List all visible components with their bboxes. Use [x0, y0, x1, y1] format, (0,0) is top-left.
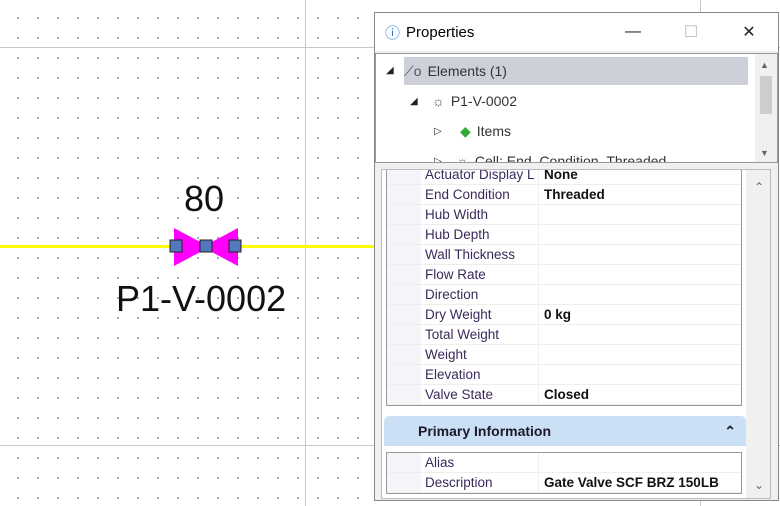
property-label: Description	[421, 473, 539, 492]
property-row[interactable]: Valve State Closed	[387, 385, 741, 405]
property-row[interactable]: Weight	[387, 345, 741, 365]
row-gutter	[387, 365, 421, 384]
title-bar[interactable]: ⓘ Properties — ☐ ✕	[375, 13, 778, 51]
property-scrollbar[interactable]: ⌃ ⌄	[746, 170, 770, 498]
property-value[interactable]: None	[539, 170, 741, 184]
property-label: Actuator Display L	[421, 170, 539, 184]
property-label: Elevation	[421, 365, 539, 384]
row-gutter	[387, 285, 421, 304]
row-gutter	[387, 225, 421, 244]
gate-valve-symbol[interactable]	[168, 226, 244, 268]
grid-line	[305, 0, 306, 506]
tree-item-cell[interactable]: ▷ ☼ Cell: End_Condition_Threaded	[434, 147, 667, 163]
property-row[interactable]: Flow Rate	[387, 265, 741, 285]
tree-label: P1-V-0002	[450, 93, 518, 109]
property-row[interactable]: Elevation	[387, 365, 741, 385]
property-row[interactable]: Hub Width	[387, 205, 741, 225]
tree-item-valve[interactable]: ◢ ☼ P1-V-0002	[410, 87, 517, 115]
property-row[interactable]: Description Gate Valve SCF BRZ 150LB	[387, 473, 741, 493]
items-icon: ◆	[460, 122, 471, 139]
row-gutter	[387, 185, 421, 204]
property-value[interactable]	[539, 325, 741, 344]
cell-icon: ☼	[456, 153, 469, 163]
scroll-down-icon[interactable]: ▼	[760, 148, 769, 158]
window-title: Properties	[406, 23, 475, 41]
property-rows: Alias Description Gate Valve SCF BRZ 150LB	[386, 452, 742, 494]
property-label: Direction	[421, 285, 539, 304]
property-value[interactable]	[539, 265, 741, 284]
property-row[interactable]: Total Weight	[387, 325, 741, 345]
row-gutter	[387, 345, 421, 364]
property-value[interactable]: Gate Valve SCF BRZ 150LB	[539, 473, 741, 492]
row-gutter	[387, 205, 421, 224]
property-label: Valve State	[421, 385, 539, 404]
group-title: Primary Information	[418, 423, 552, 439]
property-rows: Actuator Display L None End Condition Threa…	[386, 170, 742, 406]
dimension-label: 80	[184, 178, 225, 219]
valve-tag-label: P1-V-0002	[116, 278, 287, 319]
property-value[interactable]	[539, 345, 741, 364]
scroll-up-icon[interactable]: ⌃	[754, 180, 764, 194]
row-gutter	[387, 473, 421, 492]
property-row[interactable]: Direction	[387, 285, 741, 305]
tree-scrollbar[interactable]: ▲ ▼	[755, 54, 777, 162]
close-button[interactable]: ✕	[720, 22, 778, 42]
row-gutter	[387, 453, 421, 472]
minimize-button[interactable]: —	[604, 23, 662, 41]
property-value[interactable]	[539, 285, 741, 304]
tree-label: Items	[476, 123, 512, 139]
group-header-primary-information[interactable]: Primary Information ⌃	[384, 416, 746, 446]
property-row[interactable]: Hub Depth	[387, 225, 741, 245]
row-gutter	[387, 170, 421, 184]
expand-toggle[interactable]: ▷	[434, 126, 448, 137]
property-label: Total Weight	[421, 325, 539, 344]
property-label: Alias	[421, 453, 539, 472]
properties-icon: ⓘ	[385, 24, 401, 42]
property-label: Hub Depth	[421, 225, 539, 244]
tree-label: Cell: End_Condition_Threaded	[474, 153, 667, 163]
properties-window: ⓘ Properties — ☐ ✕ ⟋o Elements (1) ◢ ◢ ☼ P1…	[374, 12, 779, 501]
property-row[interactable]: Actuator Display L None	[387, 170, 741, 185]
property-label: Hub Width	[421, 205, 539, 224]
row-gutter	[387, 385, 421, 404]
row-gutter	[387, 265, 421, 284]
property-grid: Actuator Display L None End Condition Threa…	[381, 169, 771, 499]
property-value[interactable]	[539, 365, 741, 384]
property-label: Weight	[421, 345, 539, 364]
tree-label: Elements (1)	[427, 63, 507, 79]
row-gutter	[387, 325, 421, 344]
property-row[interactable]: Alias	[387, 453, 741, 473]
property-value[interactable]	[539, 453, 741, 472]
property-label: Dry Weight	[421, 305, 539, 324]
maximize-button[interactable]: ☐	[662, 22, 720, 42]
tree-item-elements[interactable]: ⟋o Elements (1)	[404, 57, 748, 85]
expand-toggle[interactable]: ▷	[434, 156, 448, 163]
property-value[interactable]: Closed	[539, 385, 741, 404]
property-value[interactable]	[539, 245, 741, 264]
element-tree: ⟋o Elements (1) ◢ ◢ ☼ P1-V-0002 ▷ ◆ Items ▷ ☼ C…	[375, 53, 778, 163]
scroll-thumb[interactable]	[760, 76, 772, 114]
row-gutter	[387, 305, 421, 324]
row-gutter	[387, 245, 421, 264]
property-row[interactable]: Wall Thickness	[387, 245, 741, 265]
property-label: Flow Rate	[421, 265, 539, 284]
property-row[interactable]: End Condition Threaded	[387, 185, 741, 205]
scroll-up-icon[interactable]: ▲	[760, 60, 769, 70]
property-label: End Condition	[421, 185, 539, 204]
tree-item-items[interactable]: ▷ ◆ Items	[434, 117, 511, 145]
collapse-chevron-icon[interactable]: ⌃	[724, 416, 736, 446]
scroll-down-icon[interactable]: ⌄	[754, 478, 764, 492]
property-value[interactable]: 0 kg	[539, 305, 741, 324]
scroll-thumb[interactable]	[746, 170, 770, 230]
property-value[interactable]	[539, 205, 741, 224]
collapse-toggle[interactable]: ◢	[410, 96, 424, 107]
cell-icon: ☼	[432, 93, 445, 109]
elements-icon: ⟋o	[404, 62, 422, 79]
property-label: Wall Thickness	[421, 245, 539, 264]
property-value[interactable]: Threaded	[539, 185, 741, 204]
collapse-toggle[interactable]: ◢	[386, 65, 400, 76]
property-row[interactable]: Dry Weight 0 kg	[387, 305, 741, 325]
property-value[interactable]	[539, 225, 741, 244]
